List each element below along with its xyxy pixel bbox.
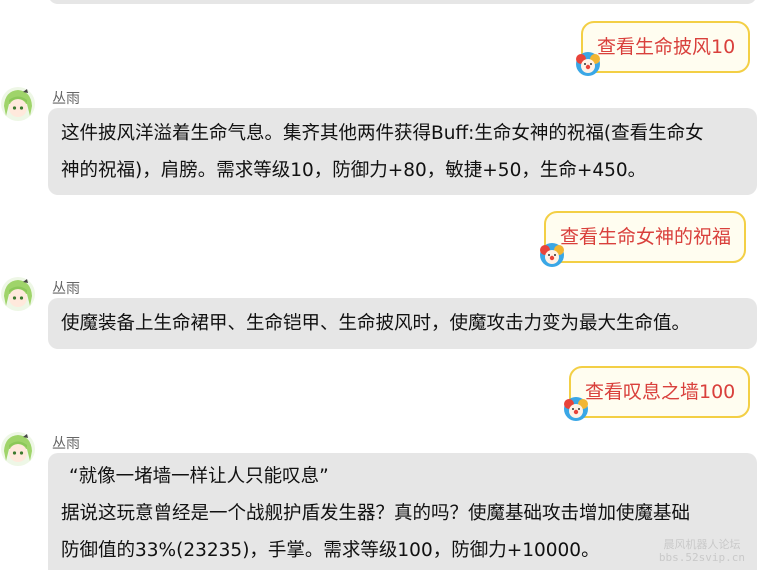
bot-message-bubble: 这件披风洋溢着生命气息。集齐其他两件获得Buff:生命女神的祝福(查看生命女 神…: [48, 108, 757, 195]
bot-message-line: 据说这玩意曾经是一个战舰护盾发生器？真的吗？使魔基础攻击增加使魔基础: [61, 503, 691, 524]
bot-message-line: 使魔装备上生命裙甲、生命铠甲、生命披风时，使魔攻击力变为最大生命值。: [61, 313, 691, 334]
anime-girl-avatar-icon[interactable]: [0, 86, 36, 122]
bot-message-line: 这件披风洋溢着生命气息。集齐其他两件获得Buff:生命女神的祝福(查看生命女: [61, 123, 704, 144]
clown-avatar-icon[interactable]: [563, 396, 589, 422]
user-message-text: 查看叹息之墙100: [585, 381, 736, 403]
clown-avatar-icon[interactable]: [575, 51, 601, 77]
user-message-bubble: 查看生命女神的祝福: [544, 211, 747, 263]
watermark-title: 晨风机器人论坛: [663, 538, 741, 551]
bot-message-bubble: “就像一堵墙一样让人只能叹息” 据说这玩意曾经是一个战舰护盾发生器？真的吗？使魔…: [48, 453, 757, 570]
bot-message-bubble: 使魔装备上生命裙甲、生命铠甲、生命披风时，使魔攻击力变为最大生命值。: [48, 298, 757, 349]
bot-message-line: 神的祝福)，肩膀。需求等级10，防御力+80，敏捷+50，生命+450。: [61, 160, 647, 181]
watermark-url: bbs.52svip.cn: [658, 551, 745, 564]
bot-message-line: 防御值的33%(23235)，手掌。需求等级100，防御力+10000。: [61, 540, 600, 561]
clown-avatar-icon[interactable]: [539, 242, 565, 268]
bot-message-line: “就像一堵墙一样让人只能叹息”: [69, 466, 329, 487]
user-message-bubble: 查看叹息之墙100: [569, 366, 751, 418]
bot-name: 丛雨: [52, 281, 80, 297]
anime-girl-avatar-icon[interactable]: [0, 276, 36, 312]
chat-window: 查看生命披风10 丛雨 这件披风洋溢着生命气息。集齐其他两件获得Buff:生命女…: [0, 0, 757, 570]
anime-girl-avatar-icon[interactable]: [0, 431, 36, 467]
previous-message-bubble: [48, 0, 757, 4]
forum-watermark: 晨风机器人论坛 bbs.52svip.cn: [659, 538, 745, 564]
user-message-bubble: 查看生命披风10: [581, 21, 751, 73]
bot-name: 丛雨: [52, 436, 80, 452]
bot-name: 丛雨: [52, 91, 80, 107]
user-message-text: 查看生命披风10: [597, 36, 736, 58]
user-message-text: 查看生命女神的祝福: [560, 226, 732, 248]
